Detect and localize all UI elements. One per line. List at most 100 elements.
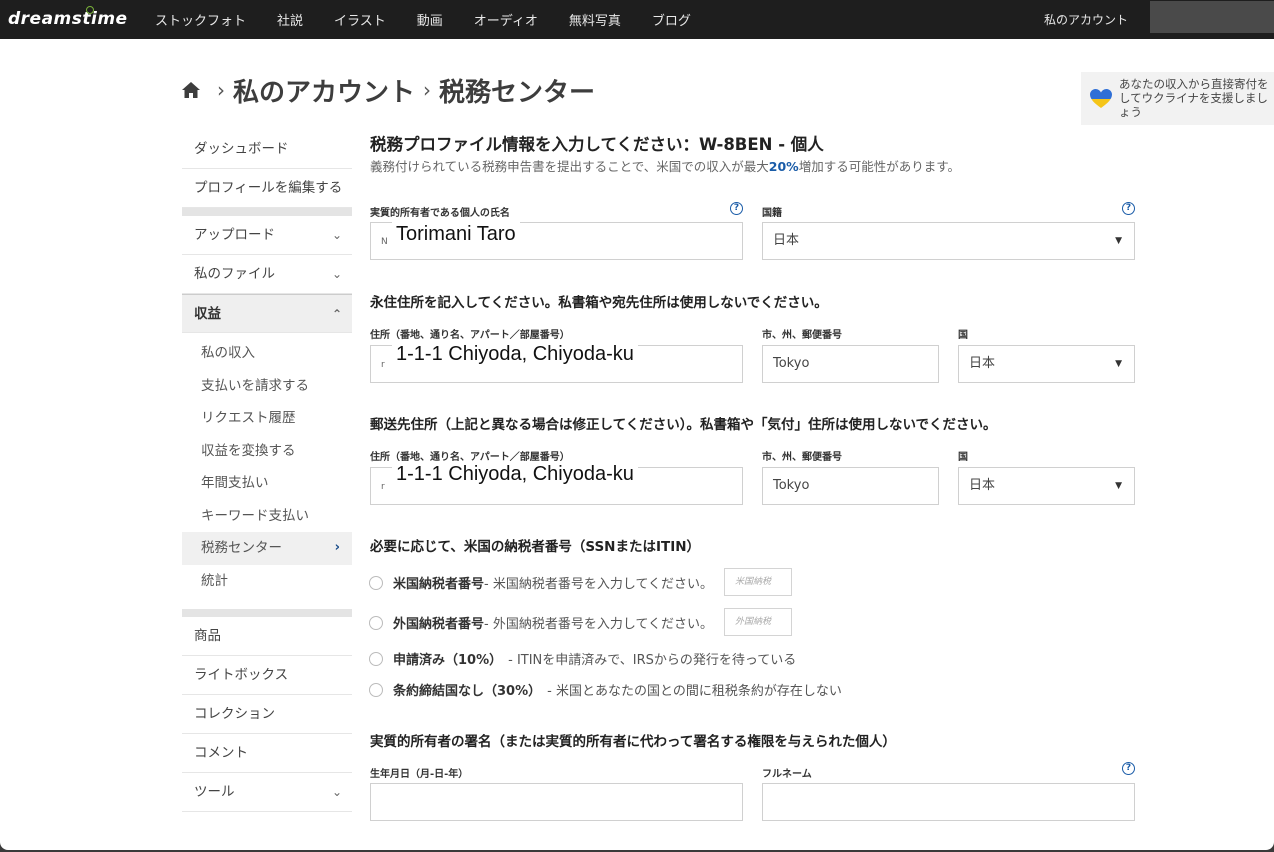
sidebar-subitem-request-payment[interactable]: 支払いを請求する	[182, 370, 352, 403]
help-icon[interactable]: ?	[730, 202, 743, 215]
breadcrumb-my-account[interactable]: 私のアカウント	[233, 72, 415, 109]
foreign-tin-input[interactable]: 外国納税	[724, 608, 792, 636]
field-prefix: r	[381, 482, 385, 492]
sidebar-subitem-annual-payments[interactable]: 年間支払い	[182, 467, 352, 500]
permanent-address-heading: 永住住所を記入してください。私書箱や宛先住所は使用しないでください。	[370, 295, 828, 311]
browser-window: dreamstime ストックフォト 社説 イラスト 動画 オーディオ 無料写真…	[0, 0, 1274, 850]
sidebar-item-earnings[interactable]: 収益 ⌃	[182, 294, 352, 333]
mailing-city-input[interactable]: Tokyo	[762, 467, 939, 505]
sidebar-item-my-files[interactable]: 私のファイル ⌄	[182, 255, 352, 294]
sidebar-subitem-tax-center[interactable]: 税務センター ›	[182, 532, 352, 565]
sidebar-divider	[182, 208, 352, 216]
sidebar-subitem-statistics[interactable]: 統計	[182, 565, 352, 598]
radio-button[interactable]	[369, 682, 383, 697]
nationality-value: 日本	[773, 233, 800, 248]
breadcrumb-separator: ›	[423, 78, 432, 102]
fullname-input[interactable]	[762, 783, 1135, 821]
ukraine-heart-icon	[1090, 89, 1112, 108]
nav-search-box[interactable]	[1150, 1, 1274, 33]
dropdown-arrow-icon: ▼	[1115, 481, 1122, 491]
permanent-city-input[interactable]: Tokyo	[762, 345, 939, 383]
dropdown-arrow-icon: ▼	[1115, 236, 1122, 246]
signature-heading: 実質的所有者の署名（または実質的所有者に代わって署名する権限を与えられた個人）	[370, 734, 896, 750]
nav-item-free-photos[interactable]: 無料写真	[569, 10, 621, 29]
help-icon[interactable]: ?	[1122, 202, 1135, 215]
sidebar-item-collections[interactable]: コレクション	[182, 695, 352, 734]
sidebar-item-label: アップロード	[194, 227, 275, 243]
chevron-down-icon: ⌄	[331, 267, 342, 281]
sidebar-item-lightbox[interactable]: ライトボックス	[182, 656, 352, 695]
option-label: 外国納税者番号	[393, 617, 485, 632]
breadcrumb-separator: ›	[217, 78, 225, 102]
field-prefix: N	[381, 237, 388, 247]
subtitle-text: 増加する可能性があります。	[798, 159, 960, 174]
city-label: 市、州、郵便番号	[762, 330, 842, 341]
nav-item-editorial[interactable]: 社説	[277, 10, 303, 29]
ukraine-donation-banner[interactable]: あなたの収入から直接寄付をしてウクライナを支援しましょう	[1081, 72, 1274, 125]
breadcrumb: › 私のアカウント › 税務センター	[181, 72, 595, 108]
nationality-label: 国籍	[762, 208, 782, 219]
tin-option-us[interactable]: 米国納税者番号 - 米国納税者番号を入力してください。	[369, 573, 713, 592]
top-navigation: dreamstime ストックフォト 社説 イラスト 動画 オーディオ 無料写真…	[0, 0, 1274, 39]
sidebar-item-label: ライトボックス	[194, 667, 289, 683]
radio-button[interactable]	[369, 615, 383, 630]
country-value: 日本	[969, 356, 996, 371]
radio-button[interactable]	[369, 575, 383, 590]
tin-option-foreign[interactable]: 外国納税者番号 - 外国納税者番号を入力してください。	[369, 613, 713, 632]
tin-option-no-treaty[interactable]: 条約締結国なし（30%） - 米国とあなたの国との間に租税条約が存在しない	[369, 680, 842, 699]
sidebar-item-label: コメント	[194, 745, 248, 761]
option-label: 条約締結国なし（30%）	[393, 684, 542, 699]
mailing-address-value: 1-1-1 Chiyoda, Chiyoda-ku	[392, 461, 638, 487]
dreamstime-logo[interactable]: dreamstime	[8, 9, 128, 29]
dob-input[interactable]	[370, 783, 743, 821]
subtitle-text: 義務付けられている税務申告書を提出することで、米国での収入が最大	[370, 159, 769, 174]
nav-item-stock-photo[interactable]: ストックフォト	[155, 10, 246, 29]
field-prefix: r	[381, 360, 385, 370]
option-text: - 外国納税者番号を入力してください。	[484, 617, 714, 632]
sidebar-item-edit-profile[interactable]: プロフィールを編集する	[182, 169, 352, 208]
option-label: 申請済み（10%）	[393, 653, 503, 668]
sidebar-subitem-my-income[interactable]: 私の収入	[182, 337, 352, 370]
city-label: 市、州、郵便番号	[762, 452, 842, 463]
nav-item-blog[interactable]: ブログ	[652, 10, 691, 29]
sidebar-item-upload[interactable]: アップロード ⌄	[182, 216, 352, 255]
chevron-up-icon: ⌃	[331, 307, 342, 321]
tin-option-applied[interactable]: 申請済み（10%） - ITINを申請済みで、IRSからの発行を待っている	[369, 649, 796, 668]
help-icon[interactable]: ?	[1122, 762, 1135, 775]
country-label: 国	[958, 330, 968, 341]
country-label: 国	[958, 452, 968, 463]
chevron-down-icon: ⌄	[331, 228, 342, 242]
option-text: - ITINを申請済みで、IRSからの発行を待っている	[508, 653, 797, 668]
sidebar-item-label: コレクション	[194, 706, 275, 722]
sidebar-subitem-keyword-payments[interactable]: キーワード支払い	[182, 500, 352, 533]
sidebar-item-label: 税務センター	[201, 540, 282, 556]
account-sidebar: ダッシュボード プロフィールを編集する アップロード ⌄ 私のファイル ⌄ 収益 ⌃ …	[182, 130, 352, 812]
form-title: 税務プロファイル情報を入力してください：W-8BEN - 個人	[370, 135, 824, 154]
nav-item-illustration[interactable]: イラスト	[334, 10, 386, 29]
tin-heading: 必要に応じて、米国の納税者番号（SSNまたはITIN）	[370, 539, 701, 555]
sidebar-item-comments[interactable]: コメント	[182, 734, 352, 773]
form-subtitle: 義務付けられている税務申告書を提出することで、米国での収入が最大20%増加する可…	[370, 156, 960, 175]
radio-button[interactable]	[369, 651, 383, 666]
sidebar-item-products[interactable]: 商品	[182, 617, 352, 656]
nav-item-video[interactable]: 動画	[417, 10, 443, 29]
sidebar-subitem-convert-earnings[interactable]: 収益を変換する	[182, 435, 352, 468]
name-value: Torimani Taro	[392, 221, 520, 247]
permanent-country-select[interactable]: 日本 ▼	[958, 345, 1135, 383]
sidebar-item-label: プロフィールを編集する	[194, 180, 343, 196]
sidebar-item-label: ダッシュボード	[194, 141, 289, 157]
sidebar-item-label: 私のファイル	[194, 266, 275, 282]
option-text: - 米国納税者番号を入力してください。	[484, 577, 714, 592]
sidebar-divider	[182, 609, 352, 617]
sidebar-subitem-request-history[interactable]: リクエスト履歴	[182, 402, 352, 435]
mailing-country-select[interactable]: 日本 ▼	[958, 467, 1135, 505]
us-tin-input[interactable]: 米国納税	[724, 568, 792, 596]
nationality-select[interactable]: 日本 ▼	[762, 222, 1135, 260]
sidebar-item-dashboard[interactable]: ダッシュボード	[182, 130, 352, 169]
home-icon[interactable]	[181, 80, 201, 100]
nav-account-link[interactable]: 私のアカウント	[1044, 11, 1128, 28]
chevron-right-icon: ›	[334, 540, 340, 555]
nav-item-audio[interactable]: オーディオ	[474, 10, 538, 29]
sidebar-item-tools[interactable]: ツール ⌄	[182, 773, 352, 812]
